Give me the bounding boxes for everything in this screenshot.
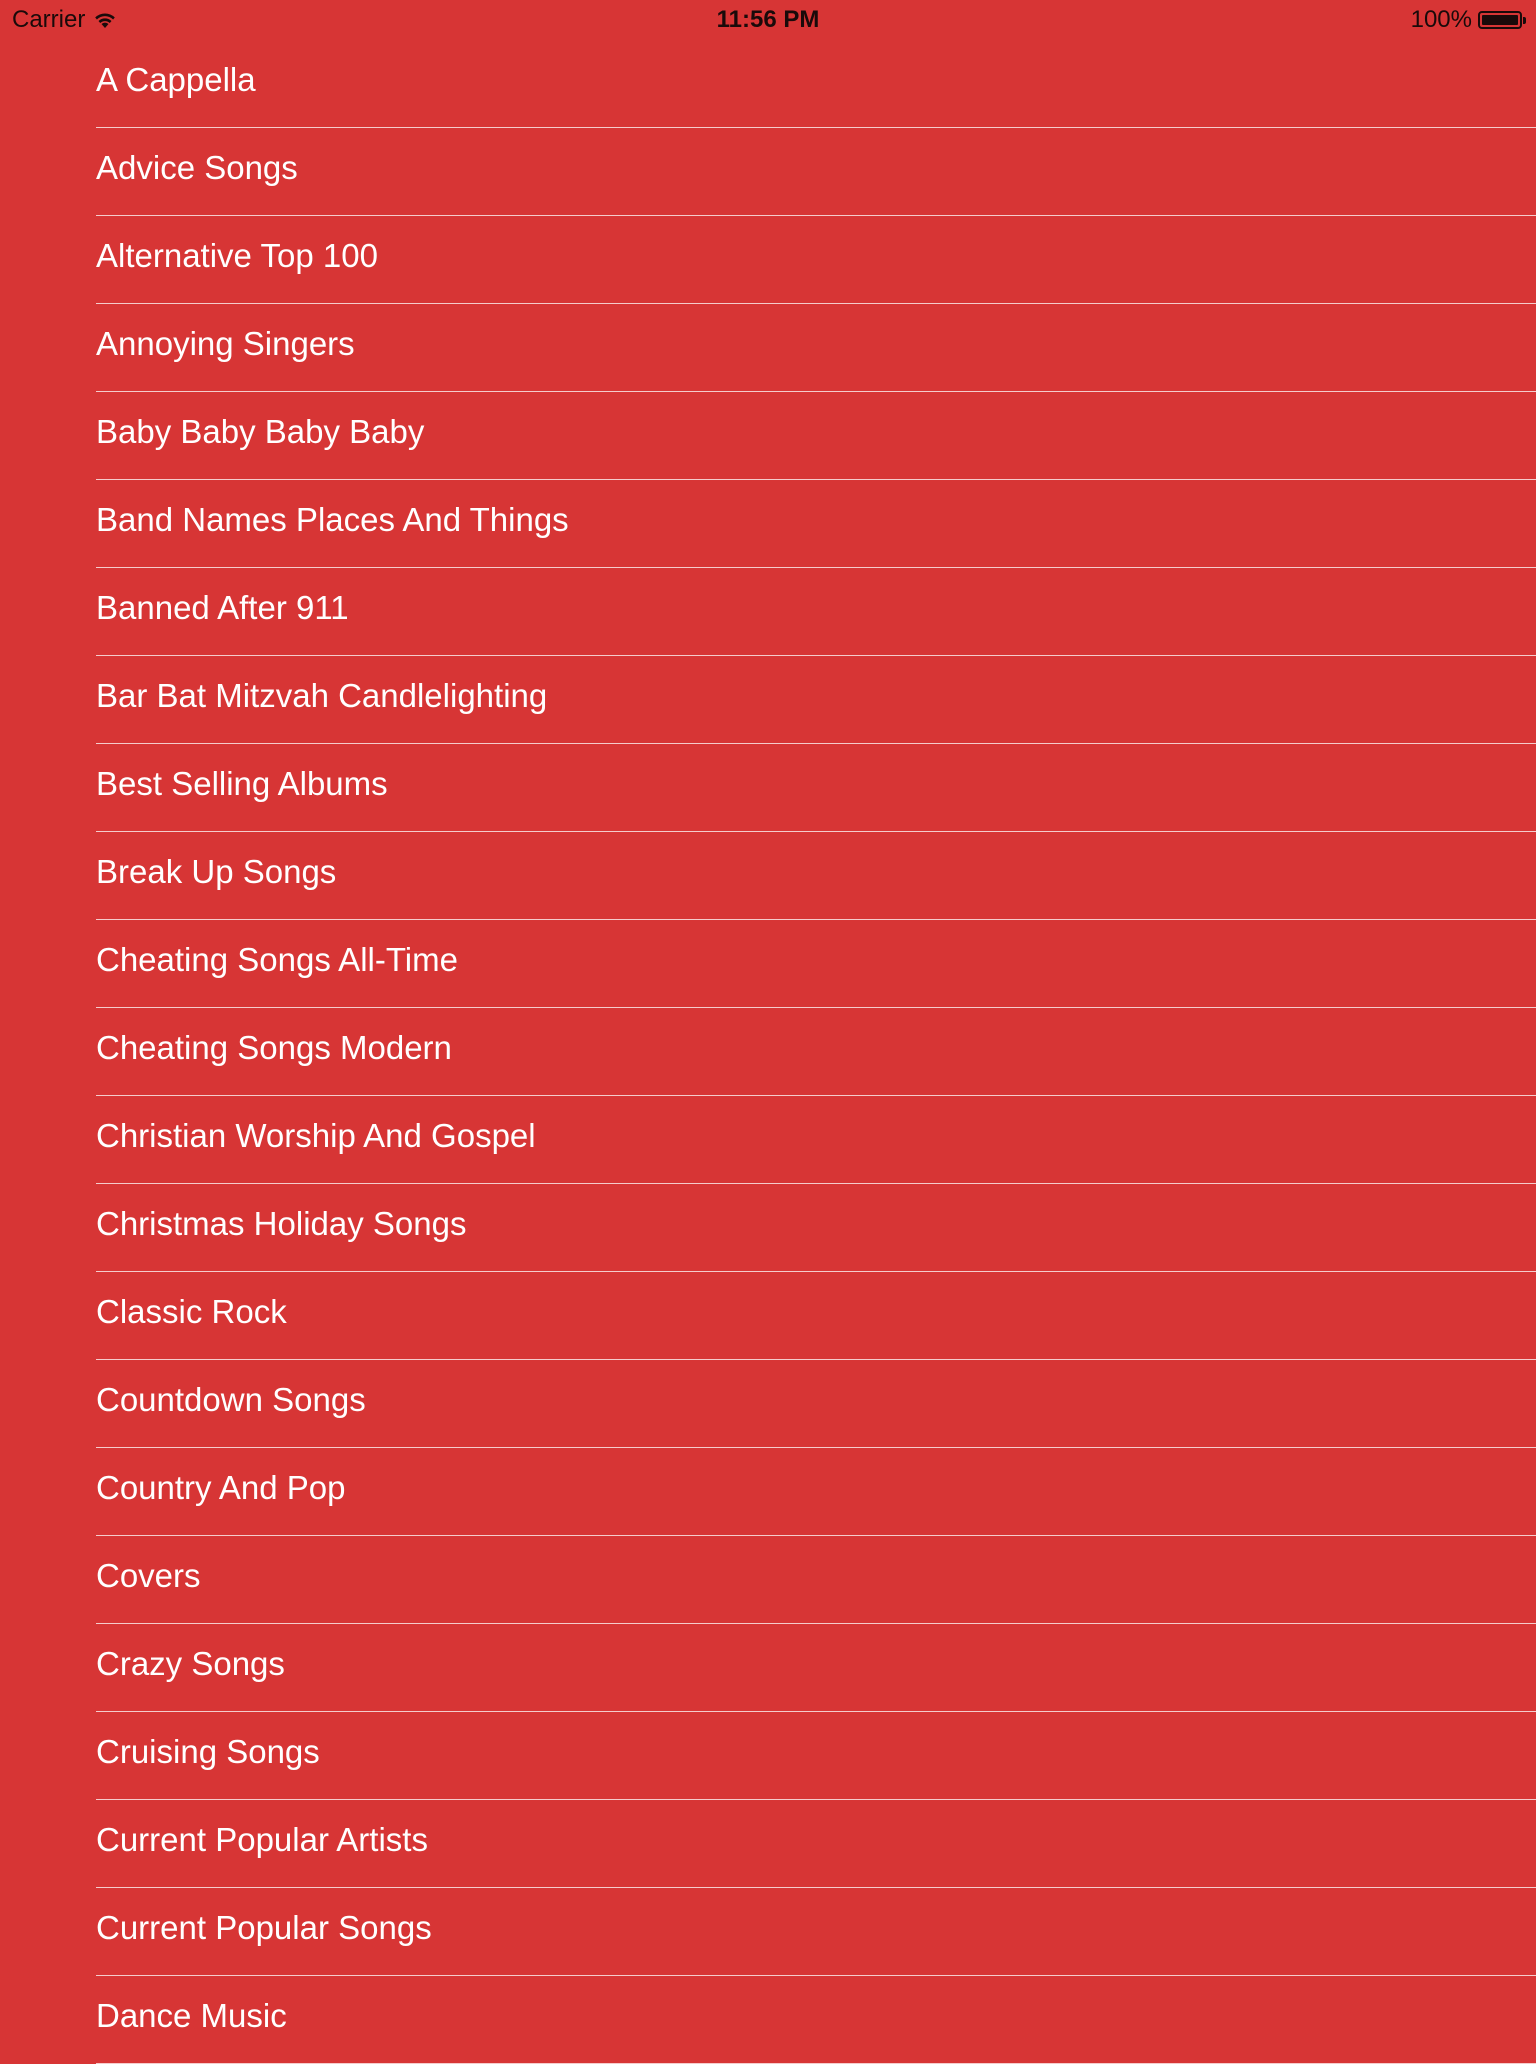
list-item-label: Best Selling Albums xyxy=(96,764,388,802)
list-item-label: Covers xyxy=(96,1556,201,1594)
list-item-label: Crazy Songs xyxy=(96,1644,285,1682)
list-item[interactable]: Christmas Holiday Songs xyxy=(96,1184,1536,1272)
list-item-label: Dance Music xyxy=(96,1996,287,2034)
battery-body xyxy=(1478,11,1522,29)
list-item[interactable]: Cheating Songs Modern xyxy=(96,1008,1536,1096)
status-bar: Carrier 11:56 PM 100% xyxy=(0,0,1536,40)
list-item[interactable]: Cruising Songs xyxy=(96,1712,1536,1800)
list-item[interactable]: Break Up Songs xyxy=(96,832,1536,920)
list-item[interactable]: Banned After 911 xyxy=(96,568,1536,656)
list-item[interactable]: Christian Worship And Gospel xyxy=(96,1096,1536,1184)
battery-icon xyxy=(1478,11,1526,29)
list-item-label: Christian Worship And Gospel xyxy=(96,1116,536,1154)
list-item[interactable]: Cheating Songs All-Time xyxy=(96,920,1536,1008)
list-item[interactable]: Baby Baby Baby Baby xyxy=(96,392,1536,480)
list-item-label: Christmas Holiday Songs xyxy=(96,1204,467,1242)
playlist-category-list[interactable]: A Cappella Advice Songs Alternative Top 10… xyxy=(0,40,1536,2064)
list-item-label: Baby Baby Baby Baby xyxy=(96,412,425,450)
list-item-label: Advice Songs xyxy=(96,148,298,186)
list-item[interactable]: Country And Pop xyxy=(96,1448,1536,1536)
status-right: 100% xyxy=(1411,6,1526,34)
list-item[interactable]: Crazy Songs xyxy=(96,1624,1536,1712)
battery-percentage: 100% xyxy=(1410,6,1472,33)
list-item-label: Cruising Songs xyxy=(96,1732,320,1770)
battery-tip xyxy=(1523,16,1526,24)
list-item-label: Cheating Songs Modern xyxy=(96,1028,452,1066)
list-item-label: Cheating Songs All-Time xyxy=(96,940,458,978)
list-item[interactable]: Classic Rock xyxy=(96,1272,1536,1360)
list-item-label: Countdown Songs xyxy=(96,1380,366,1418)
list-item[interactable]: Current Popular Artists xyxy=(96,1800,1536,1888)
list-item-label: Annoying Singers xyxy=(96,324,355,362)
list-item[interactable]: Alternative Top 100 xyxy=(96,216,1536,304)
list-item[interactable]: Dance Music xyxy=(96,1976,1536,2064)
list-item-label: A Cappella xyxy=(96,60,256,98)
list-item-label: Current Popular Songs xyxy=(96,1908,432,1946)
list-item-label: Current Popular Artists xyxy=(96,1820,428,1858)
list-item[interactable]: Annoying Singers xyxy=(96,304,1536,392)
status-time: 11:56 PM xyxy=(716,6,820,33)
list-item-label: Band Names Places And Things xyxy=(96,500,569,538)
list-item-label: Country And Pop xyxy=(96,1468,346,1506)
list-item-label: Break Up Songs xyxy=(96,852,337,890)
list-item[interactable]: Best Selling Albums xyxy=(96,744,1536,832)
list-item-label: Alternative Top 100 xyxy=(96,236,378,274)
list-item[interactable]: Bar Bat Mitzvah Candlelighting xyxy=(96,656,1536,744)
list-item-label: Banned After 911 xyxy=(96,588,349,626)
list-item[interactable]: Band Names Places And Things xyxy=(96,480,1536,568)
battery-fill xyxy=(1482,15,1518,25)
list-item[interactable]: Covers xyxy=(96,1536,1536,1624)
list-item[interactable]: Countdown Songs xyxy=(96,1360,1536,1448)
list-item-label: Bar Bat Mitzvah Candlelighting xyxy=(96,676,548,714)
list-item[interactable]: A Cappella xyxy=(96,40,1536,128)
list-item[interactable]: Advice Songs xyxy=(96,128,1536,216)
list-item[interactable]: Current Popular Songs xyxy=(96,1888,1536,1976)
list-item-label: Classic Rock xyxy=(96,1292,287,1330)
